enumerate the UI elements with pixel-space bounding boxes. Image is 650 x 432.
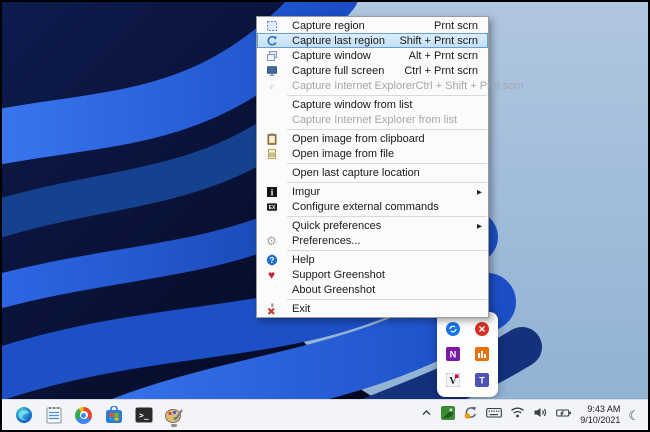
menu-item-label: Capture window from list (292, 98, 413, 111)
menu-item-capture-window-from-list[interactable]: Capture window from list (257, 97, 488, 112)
internet-explorer-icon: e (258, 80, 285, 92)
moon-focus-assist-icon[interactable]: ☾ (628, 409, 640, 422)
menu-item-shortcut: Prnt scrn (433, 19, 478, 32)
external-commands-icon: EX (258, 201, 285, 213)
menu-item-label: Imgur (292, 185, 321, 198)
menu-separator (287, 181, 487, 183)
menu-item-capture-internet-explorer[interactable]: e Capture Internet Explorer Ctrl + Shift… (257, 78, 523, 93)
desktop-screen: N V T Capture region Prnt scrn Capture l… (0, 0, 650, 432)
chevron-up-icon[interactable] (420, 406, 433, 424)
greenshot-context-menu: Capture region Prnt scrn Capture last re… (256, 16, 524, 318)
menu-item-about-greenshot[interactable]: About Greenshot (257, 282, 488, 297)
image-file-icon (258, 148, 285, 160)
menu-item-quick-preferences[interactable]: Quick preferences ▶ (257, 218, 488, 233)
svg-text:e: e (269, 81, 274, 92)
volume-icon[interactable] (533, 406, 548, 424)
menu-item-shortcut: Shift + Prnt scrn (399, 34, 478, 47)
clipboard-icon (258, 132, 285, 145)
menu-item-label: Exit (292, 302, 311, 315)
menu-item-label: Capture Internet Explorer from list (292, 113, 458, 126)
menu-item-label: Configure external commands (292, 200, 439, 213)
menu-item-open-image-from-file[interactable]: Open image from file (257, 146, 488, 161)
menu-item-support-greenshot[interactable]: ♥ Support Greenshot (257, 267, 488, 282)
svg-text:?: ? (269, 256, 274, 265)
menu-item-capture-last-region[interactable]: Capture last region Shift + Prnt scrn (257, 33, 488, 48)
teams-icon[interactable]: T (474, 373, 489, 388)
tray-overflow-flyout: N V T (437, 312, 498, 397)
taskbar-app-icons: >_ (2, 404, 183, 427)
menu-item-label: Open image from clipboard (292, 132, 425, 145)
menu-item-label: Capture Internet Explorer (292, 79, 416, 92)
menu-separator (287, 215, 487, 217)
clock-time: 9:43 AM (587, 404, 621, 415)
system-tray: 9:43 AM 9/10/2021 ☾ (420, 404, 648, 426)
paint-palette-icon[interactable] (164, 404, 183, 427)
menu-item-label: Capture region (292, 19, 365, 32)
menu-item-label: Capture last region (292, 34, 385, 47)
menu-item-label: Open image from file (292, 147, 395, 160)
wifi-icon[interactable] (510, 406, 525, 424)
menu-item-capture-ie-from-list[interactable]: Capture Internet Explorer from list (257, 112, 488, 127)
menu-separator (287, 249, 487, 251)
media-v-app-icon[interactable]: V (446, 373, 461, 388)
submenu-arrow-icon: ▶ (477, 188, 482, 196)
battery-plugged-icon[interactable] (556, 406, 572, 424)
menu-item-shortcut: Ctrl + Prnt scrn (404, 64, 478, 77)
capture-window-icon (258, 50, 285, 62)
svg-text:EX: EX (268, 205, 275, 211)
menu-item-capture-window[interactable]: Capture window Alt + Prnt scrn (257, 48, 488, 63)
menu-item-label: Capture window (292, 49, 371, 62)
red-error-circle-icon[interactable] (474, 321, 489, 336)
svg-text:>_: >_ (139, 411, 149, 420)
greenshot-tray-icon[interactable] (441, 405, 456, 425)
taskbar: >_ 9:43 AM 9/10/2021 ☾ (2, 399, 648, 430)
onenote-icon[interactable]: N (446, 347, 461, 362)
gear-icon: ⚙ (266, 233, 277, 248)
capture-region-icon (258, 20, 285, 32)
capture-last-region-icon (258, 35, 285, 47)
exit-icon (258, 302, 285, 315)
menu-item-label: Open last capture location (292, 166, 420, 179)
sync-update-icon[interactable] (463, 405, 478, 425)
menu-item-help[interactable]: ? Help (257, 252, 488, 267)
notepad-icon[interactable] (44, 404, 63, 426)
help-icon: ? (258, 254, 285, 266)
chrome-icon[interactable] (74, 404, 93, 426)
menu-item-shortcut: Ctrl + Shift + Prnt scrn (415, 79, 524, 92)
blue-sync-circle-icon[interactable] (446, 321, 461, 336)
menu-item-open-last-capture-location[interactable]: Open last capture location (257, 165, 488, 180)
menu-item-label: Help (292, 253, 315, 266)
touch-keyboard-icon[interactable] (486, 406, 503, 424)
edge-icon[interactable] (14, 404, 33, 426)
taskbar-clock[interactable]: 9:43 AM 9/10/2021 (580, 404, 620, 426)
svg-text:T: T (479, 376, 485, 386)
capture-full-screen-icon (258, 65, 285, 77)
clock-date: 9/10/2021 (580, 415, 621, 425)
menu-item-imgur[interactable]: i Imgur ▶ (257, 184, 488, 199)
imgur-icon: i (258, 186, 285, 198)
menu-item-label: About Greenshot (292, 283, 376, 296)
menu-separator (287, 94, 487, 96)
menu-item-label: Quick preferences (292, 219, 382, 232)
microsoft-store-icon[interactable] (104, 404, 123, 426)
menu-item-label: Preferences... (292, 234, 361, 247)
orange-app-icon[interactable] (474, 347, 489, 362)
menu-item-configure-external-commands[interactable]: EX Configure external commands (257, 199, 488, 214)
submenu-arrow-icon: ▶ (477, 222, 482, 230)
menu-separator (287, 162, 487, 164)
terminal-icon[interactable]: >_ (134, 404, 153, 426)
menu-separator (287, 128, 487, 130)
menu-item-capture-full-screen[interactable]: Capture full screen Ctrl + Prnt scrn (257, 63, 488, 78)
menu-item-shortcut: Alt + Prnt scrn (408, 49, 478, 62)
heart-icon: ♥ (267, 267, 276, 282)
menu-item-preferences[interactable]: ⚙ Preferences... (257, 233, 488, 248)
menu-separator (287, 298, 487, 300)
menu-item-open-image-from-clipboard[interactable]: Open image from clipboard (257, 131, 488, 146)
menu-item-label: Capture full screen (292, 64, 385, 77)
svg-text:N: N (450, 350, 457, 360)
menu-item-label: Support Greenshot (292, 268, 385, 281)
menu-item-capture-region[interactable]: Capture region Prnt scrn (257, 18, 488, 33)
running-indicator-dot (170, 424, 177, 427)
menu-item-exit[interactable]: Exit (257, 301, 488, 316)
